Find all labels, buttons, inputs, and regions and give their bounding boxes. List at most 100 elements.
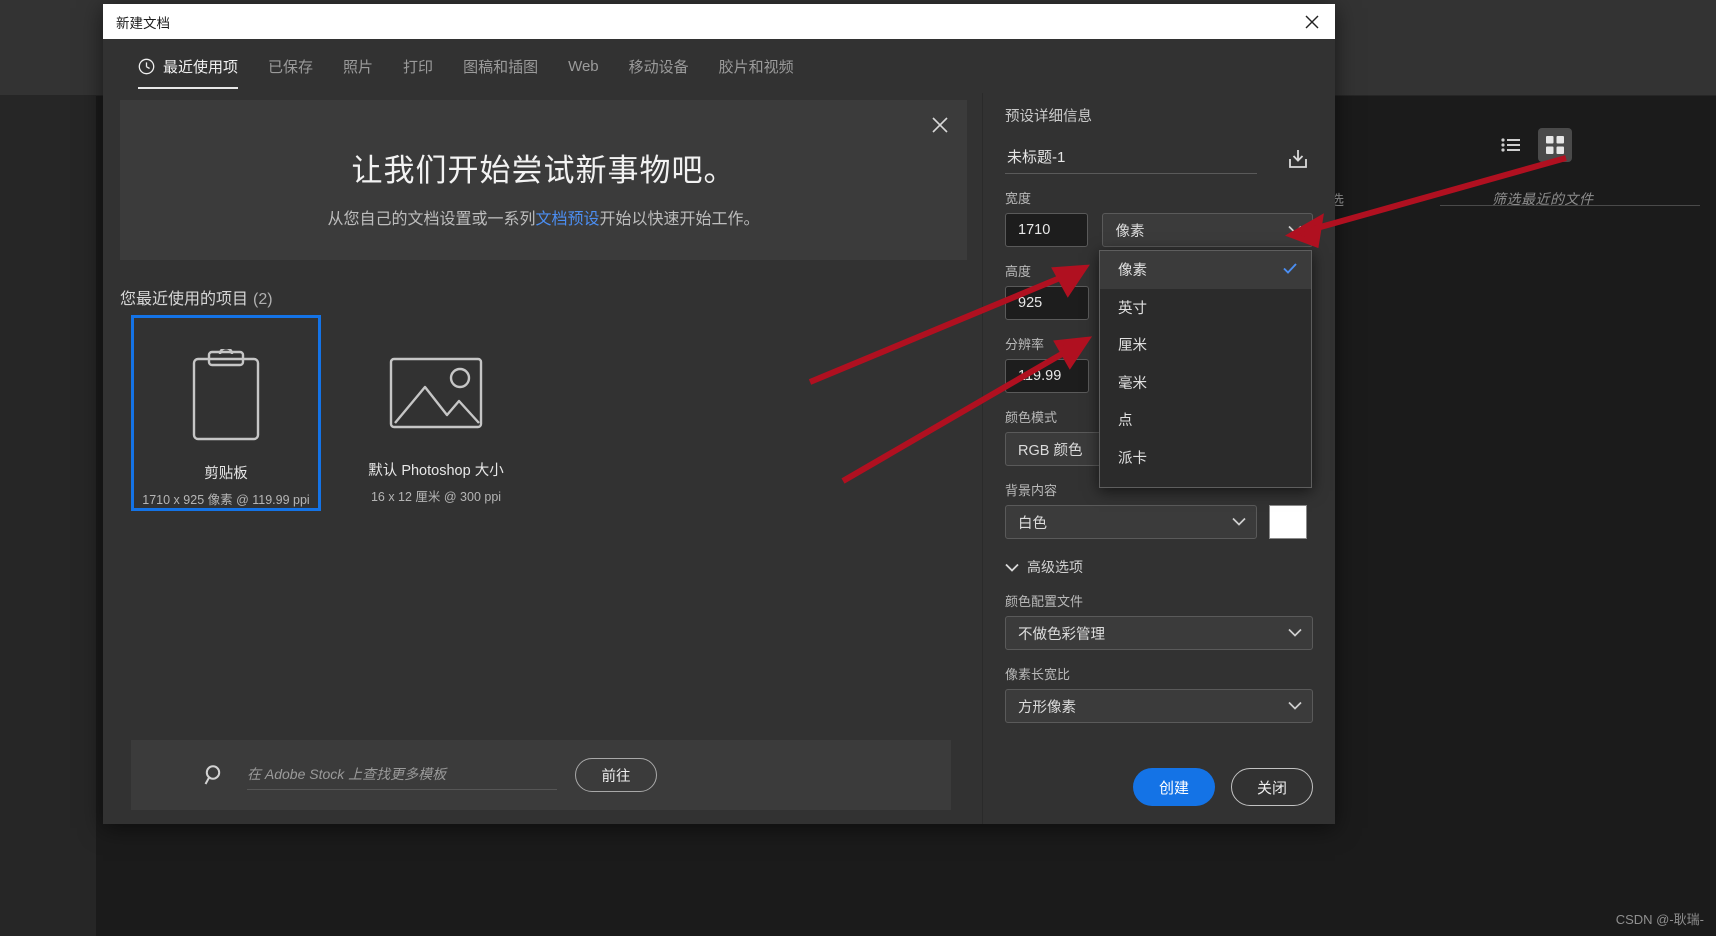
height-input[interactable]: 925 bbox=[1005, 286, 1089, 320]
chevron-down-icon bbox=[1232, 514, 1246, 530]
tab-art-illustration[interactable]: 图稿和插图 bbox=[448, 39, 553, 93]
unit-option-label: 点 bbox=[1118, 413, 1133, 430]
dialog-action-buttons: 创建 关闭 bbox=[1133, 768, 1313, 806]
watermark: CSDN @-耿瑞- bbox=[1615, 912, 1704, 927]
banner-sub-before: 从您自己的文档设置或一系列 bbox=[327, 211, 536, 228]
unit-option-label: 厘米 bbox=[1118, 338, 1147, 355]
unit-option-inches[interactable]: 英寸 bbox=[1100, 289, 1311, 327]
grid-view-icon[interactable] bbox=[1538, 128, 1572, 162]
unit-dropdown-menu: 像素 英寸 厘米 毫米 点 派卡 bbox=[1099, 250, 1312, 488]
image-placeholder-icon bbox=[389, 339, 483, 447]
background-content-row: 白色 bbox=[1005, 505, 1313, 539]
advanced-options-toggle[interactable]: 高级选项 bbox=[1005, 557, 1313, 577]
unit-select-value: 像素 bbox=[1115, 223, 1145, 240]
banner-close-button[interactable] bbox=[925, 110, 955, 140]
tab-label: 移动设备 bbox=[628, 58, 689, 76]
chevron-down-icon bbox=[1288, 625, 1302, 641]
recent-items-heading: 您最近使用的项目 (2) bbox=[120, 285, 273, 309]
create-button[interactable]: 创建 bbox=[1133, 768, 1215, 806]
background-filter-placeholder: 筛选最近的文件 bbox=[1492, 191, 1594, 207]
color-profile-label: 颜色配置文件 bbox=[1005, 594, 1084, 609]
unit-option-label: 英寸 bbox=[1118, 300, 1147, 317]
tab-mobile[interactable]: 移动设备 bbox=[614, 39, 704, 93]
pixel-aspect-value: 方形像素 bbox=[1018, 699, 1076, 716]
unit-option-label: 像素 bbox=[1118, 263, 1147, 280]
dialog-close-button[interactable] bbox=[1289, 4, 1335, 39]
pixel-aspect-select[interactable]: 方形像素 bbox=[1005, 689, 1313, 723]
pixel-aspect-row: 方形像素 bbox=[1005, 689, 1313, 723]
background-left-strip bbox=[0, 96, 96, 936]
tab-film-video[interactable]: 胶片和视频 bbox=[704, 39, 809, 93]
banner-headline: 让我们开始尝试新事物吧。 bbox=[351, 153, 736, 188]
unit-option-picas[interactable]: 派卡 bbox=[1100, 439, 1311, 477]
tab-print[interactable]: 打印 bbox=[388, 39, 448, 93]
dialog-title: 新建文档 bbox=[116, 15, 170, 31]
preset-details-heading: 预设详细信息 bbox=[1005, 109, 1092, 125]
search-icon bbox=[203, 763, 227, 787]
app-root: 选 筛选最近的文件 新建文档 最近使用项 已保存 照片 打印 图稿和插图 Web… bbox=[0, 0, 1716, 936]
preset-name-row: 未标题-1 bbox=[1005, 144, 1313, 174]
close-button-label: 关闭 bbox=[1256, 779, 1287, 797]
advanced-options-label: 高级选项 bbox=[1027, 559, 1083, 575]
chevron-down-icon bbox=[1288, 222, 1302, 238]
promo-banner: 让我们开始尝试新事物吧。 从您自己的文档设置或一系列文档预设开始以快速开始工作。 bbox=[120, 100, 967, 260]
tab-web[interactable]: Web bbox=[553, 39, 614, 93]
unit-option-centimeters[interactable]: 厘米 bbox=[1100, 326, 1311, 364]
clipboard-icon bbox=[191, 342, 261, 450]
list-view-icon[interactable] bbox=[1494, 128, 1528, 162]
recent-item-title: 剪贴板 bbox=[204, 466, 248, 482]
background-content-select[interactable]: 白色 bbox=[1005, 505, 1257, 539]
dialog-left-column: 让我们开始尝试新事物吧。 从您自己的文档设置或一系列文档预设开始以快速开始工作。… bbox=[103, 93, 983, 824]
tab-label: 打印 bbox=[403, 58, 434, 76]
chevron-down-icon bbox=[1288, 698, 1302, 714]
pixel-aspect-label: 像素长宽比 bbox=[1005, 667, 1071, 682]
resolution-input[interactable]: 119.99 bbox=[1005, 359, 1089, 393]
create-button-label: 创建 bbox=[1158, 779, 1189, 797]
color-profile-value: 不做色彩管理 bbox=[1018, 626, 1105, 643]
recent-item-clipboard[interactable]: 剪贴板 1710 x 925 像素 @ 119.99 ppi bbox=[131, 315, 321, 511]
color-profile-select[interactable]: 不做色彩管理 bbox=[1005, 616, 1313, 650]
stock-search-input[interactable]: 在 Adobe Stock 上查找更多模板 bbox=[247, 760, 557, 790]
tab-photo[interactable]: 照片 bbox=[328, 39, 388, 93]
unit-option-label: 派卡 bbox=[1118, 450, 1147, 467]
save-preset-icon[interactable] bbox=[1283, 144, 1313, 174]
unit-option-millimeters[interactable]: 毫米 bbox=[1100, 364, 1311, 402]
unit-select[interactable]: 像素 bbox=[1102, 213, 1313, 247]
tab-recent[interactable]: 最近使用项 bbox=[123, 39, 253, 93]
recent-item-title: 默认 Photoshop 大小 bbox=[368, 463, 504, 479]
width-row: 1710 像素 bbox=[1005, 213, 1313, 247]
stock-go-button[interactable]: 前往 bbox=[575, 758, 657, 792]
recent-item-subtitle: 1710 x 925 像素 @ 119.99 ppi bbox=[142, 493, 310, 507]
preset-name-input[interactable]: 未标题-1 bbox=[1005, 146, 1257, 174]
color-mode-value: RGB 颜色 bbox=[1018, 442, 1083, 459]
recent-heading-text: 您最近使用的项目 bbox=[120, 291, 249, 308]
recent-item-subtitle: 16 x 12 厘米 @ 300 ppi bbox=[370, 490, 502, 504]
tab-label: 已保存 bbox=[268, 58, 314, 76]
document-preset-link[interactable]: 文档预设 bbox=[535, 211, 599, 228]
unit-option-points[interactable]: 点 bbox=[1100, 401, 1311, 439]
check-icon bbox=[1283, 262, 1297, 278]
dialog-titlebar: 新建文档 bbox=[103, 4, 1335, 39]
banner-sub-after: 开始以快速开始工作。 bbox=[599, 211, 760, 228]
tab-saved[interactable]: 已保存 bbox=[253, 39, 328, 93]
close-button[interactable]: 关闭 bbox=[1231, 768, 1313, 806]
unit-option-label: 毫米 bbox=[1118, 375, 1147, 392]
tab-label: Web bbox=[568, 57, 599, 75]
dialog-tabbar: 最近使用项 已保存 照片 打印 图稿和插图 Web 移动设备 胶片和视频 bbox=[103, 39, 1335, 93]
background-content-value: 白色 bbox=[1018, 515, 1047, 532]
background-color-swatch[interactable] bbox=[1269, 505, 1307, 539]
banner-subtitle: 从您自己的文档设置或一系列文档预设开始以快速开始工作。 bbox=[120, 205, 967, 229]
adobe-stock-search-bar: 在 Adobe Stock 上查找更多模板 前往 bbox=[131, 740, 951, 810]
tab-label: 胶片和视频 bbox=[718, 58, 794, 76]
color-profile-row: 不做色彩管理 bbox=[1005, 616, 1313, 650]
tab-label: 照片 bbox=[343, 58, 374, 76]
width-label: 宽度 bbox=[1005, 191, 1032, 206]
recent-item-default-photoshop-size[interactable]: 默认 Photoshop 大小 16 x 12 厘米 @ 300 ppi bbox=[341, 315, 531, 511]
tab-label: 图稿和插图 bbox=[463, 58, 539, 76]
width-input[interactable]: 1710 bbox=[1005, 213, 1089, 247]
stock-search-placeholder: 在 Adobe Stock 上查找更多模板 bbox=[247, 766, 447, 782]
tab-label: 最近使用项 bbox=[163, 58, 239, 76]
unit-option-pixels[interactable]: 像素 bbox=[1100, 251, 1311, 289]
recent-items-list: 剪贴板 1710 x 925 像素 @ 119.99 ppi 默认 Photos… bbox=[131, 315, 531, 511]
chevron-down-icon bbox=[1005, 559, 1019, 575]
